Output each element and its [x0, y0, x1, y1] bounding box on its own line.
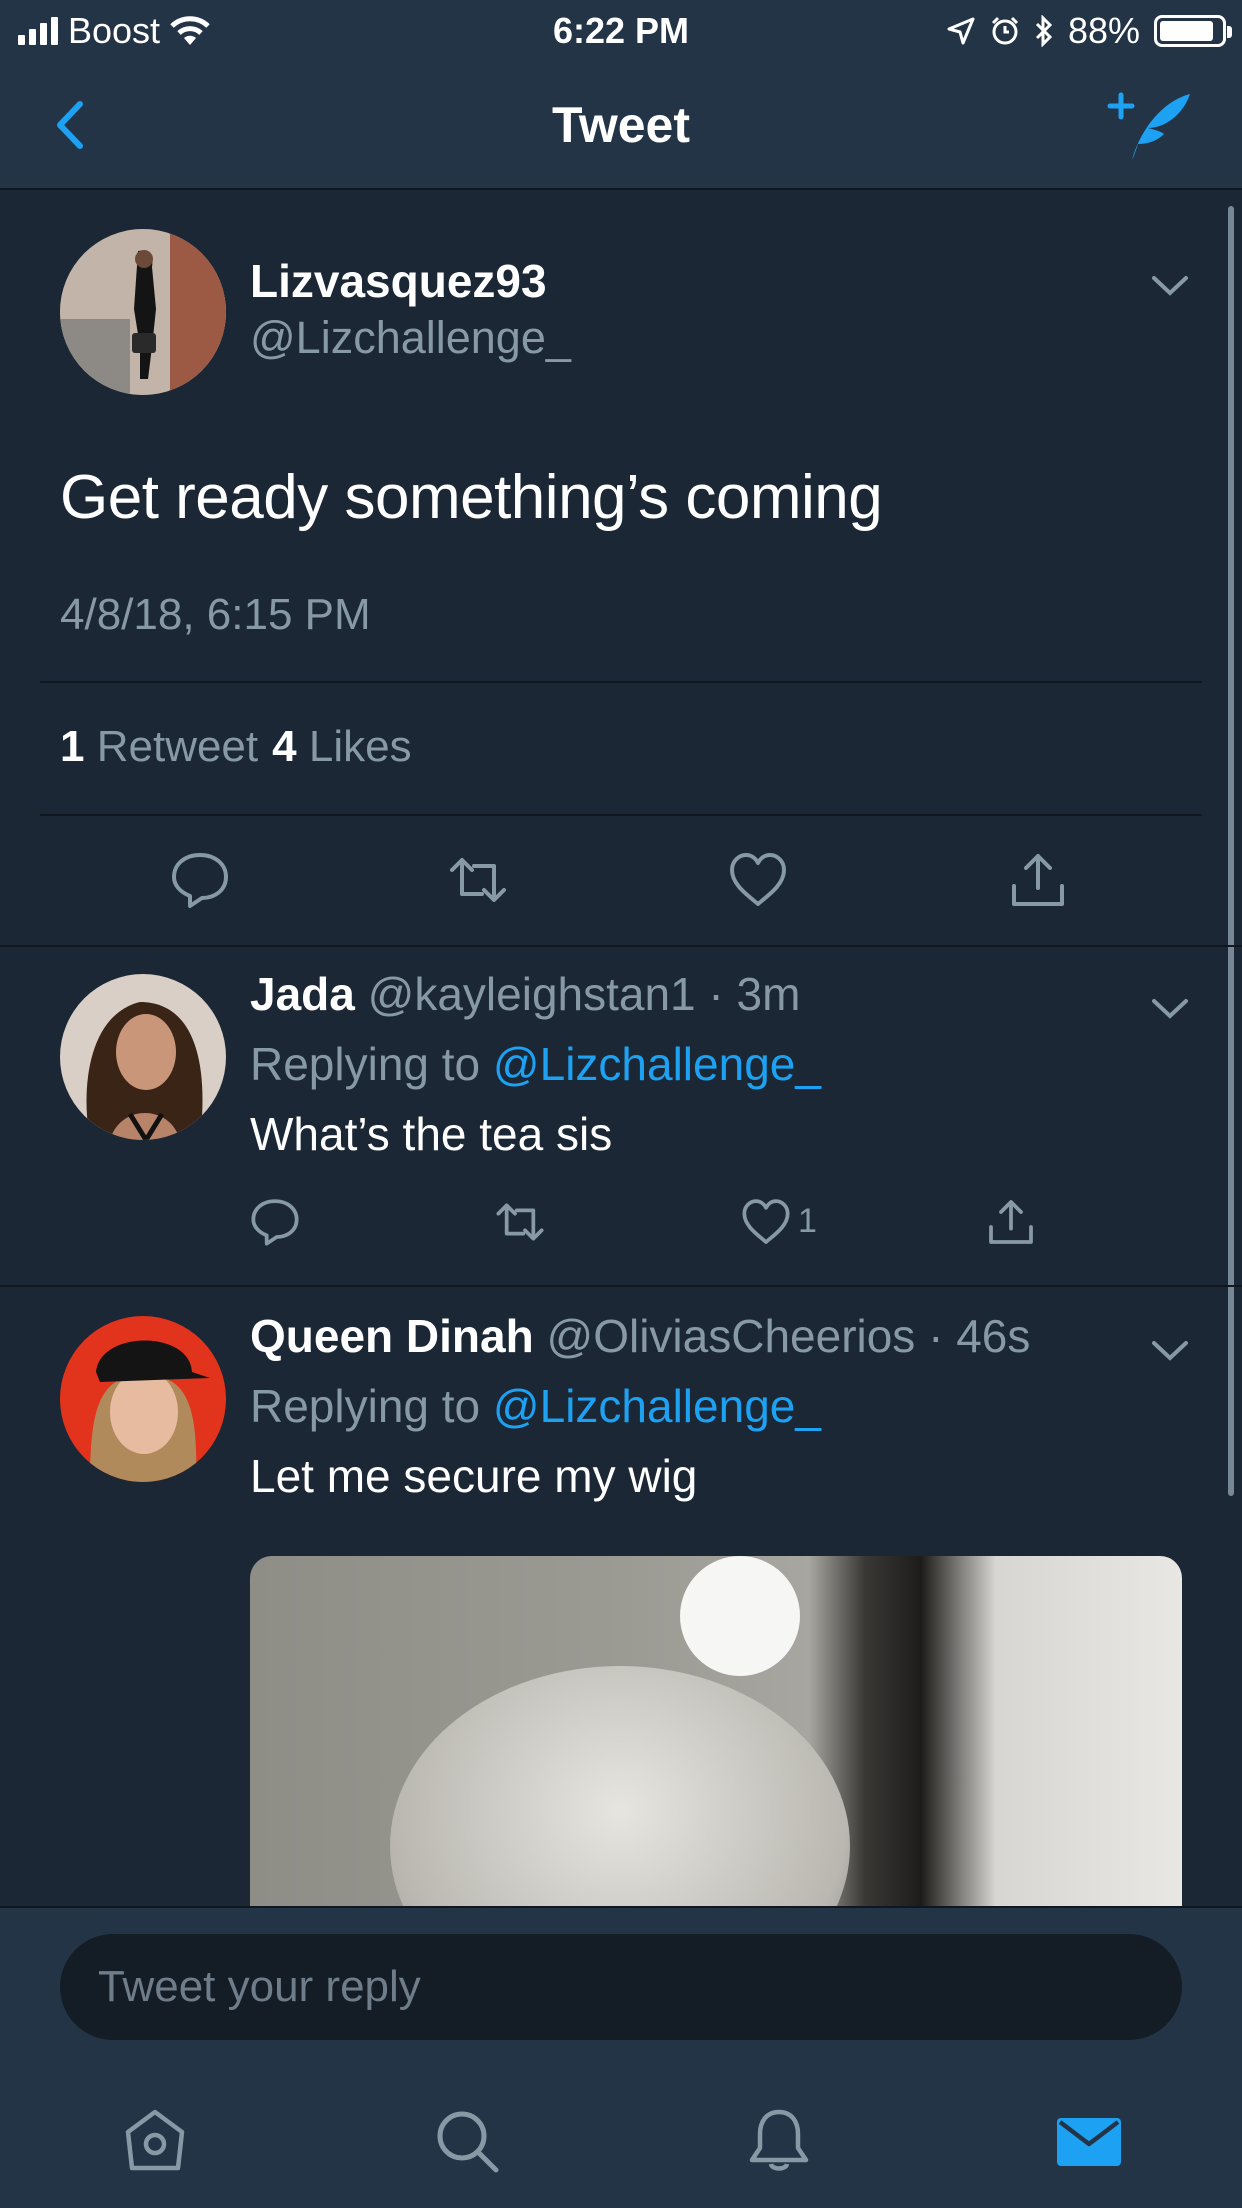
tweet-text: Get ready something’s coming	[60, 463, 883, 532]
author-handle[interactable]: @Lizchallenge_	[250, 312, 571, 364]
avatar-photo	[60, 1316, 226, 1482]
reply-header: Jada @kayleighstan1 · 3m	[250, 967, 800, 1021]
chevron-down-icon[interactable]	[1150, 997, 1190, 1021]
author-name[interactable]: Lizvasquez93	[250, 254, 547, 308]
media-light	[680, 1556, 800, 1676]
chevron-down-icon[interactable]	[1150, 274, 1190, 298]
like-label: Likes	[308, 722, 412, 771]
avatar-photo	[60, 229, 226, 395]
avatar-photo	[60, 974, 226, 1140]
bluetooth-icon	[1035, 15, 1053, 47]
chevron-down-icon[interactable]	[1150, 1339, 1190, 1363]
replying-to: Replying to @Lizchallenge_	[250, 1379, 821, 1433]
share-icon[interactable]	[1008, 850, 1068, 910]
divider	[40, 681, 1202, 683]
alarm-icon	[991, 16, 1018, 45]
battery-fill	[1160, 21, 1213, 41]
status-bar: Boost 6:22 PM 88%	[0, 0, 1242, 62]
reply-age: · 46s	[928, 1310, 1031, 1362]
retweet-icon[interactable]	[448, 850, 508, 910]
battery-percent: 88%	[1067, 10, 1140, 51]
replying-to-label: Replying to	[250, 1380, 481, 1432]
reply-like-count: 1	[798, 1202, 817, 1240]
divider	[40, 814, 1202, 816]
mention-link[interactable]: @Lizchallenge_	[493, 1380, 821, 1432]
like-count: 4	[272, 722, 297, 771]
reply-text: Let me secure my wig	[250, 1450, 698, 1502]
reply-composer-bar	[0, 1906, 1242, 2208]
messages-icon[interactable]	[1054, 2106, 1124, 2176]
author-handle[interactable]: @OliviasCheerios	[547, 1310, 916, 1362]
retweet-count: 1	[60, 722, 85, 771]
media-subject	[390, 1666, 850, 1906]
retweets-stat[interactable]: 1 Retweet	[60, 722, 258, 772]
tweet-timestamp: 4/8/18, 6:15 PM	[60, 590, 371, 639]
location-icon	[947, 17, 975, 45]
mention-link[interactable]: @Lizchallenge_	[493, 1038, 821, 1090]
replying-to: Replying to @Lizchallenge_	[250, 1037, 821, 1091]
reply-media-image[interactable]	[250, 1556, 1182, 1906]
reply-icon[interactable]	[250, 1197, 300, 1247]
like-icon[interactable]	[741, 1197, 791, 1247]
tweet-stats: 1 Retweet 4 Likes	[60, 722, 412, 772]
main-tweet: Lizvasquez93 @Lizchallenge_ Get ready so…	[0, 192, 1242, 947]
reply-tweet[interactable]: Jada @kayleighstan1 · 3m Replying to @Li…	[0, 947, 1242, 1287]
reply-header: Queen Dinah @OliviasCheerios · 46s	[250, 1309, 1030, 1363]
search-icon[interactable]	[432, 2106, 502, 2176]
reply-text: What’s the tea sis	[250, 1108, 613, 1160]
status-right: 88%	[946, 10, 1232, 52]
reply-icon[interactable]	[170, 850, 230, 910]
author-name[interactable]: Jada	[250, 968, 355, 1020]
like-icon[interactable]	[728, 850, 788, 910]
avatar[interactable]	[60, 229, 226, 395]
avatar[interactable]	[60, 974, 226, 1140]
notifications-icon[interactable]	[744, 2106, 814, 2176]
tweet-detail-scroll[interactable]: Lizvasquez93 @Lizchallenge_ Get ready so…	[0, 192, 1242, 1906]
avatar[interactable]	[60, 1316, 226, 1482]
share-icon[interactable]	[986, 1197, 1036, 1247]
author-name[interactable]: Queen Dinah	[250, 1310, 534, 1362]
home-icon[interactable]	[120, 2106, 190, 2176]
navigation-bar: Tweet	[0, 62, 1242, 190]
page-title: Tweet	[552, 97, 690, 153]
compose-tweet-icon[interactable]	[1106, 86, 1192, 162]
divider	[0, 1285, 1242, 1287]
retweet-icon[interactable]	[495, 1197, 545, 1247]
replying-to-label: Replying to	[250, 1038, 481, 1090]
reply-input[interactable]	[60, 1934, 1182, 2040]
likes-stat[interactable]: 4 Likes	[272, 722, 411, 772]
reply-age: · 3m	[708, 968, 801, 1020]
retweet-label: Retweet	[96, 722, 259, 771]
battery-icon	[1154, 15, 1232, 47]
author-handle[interactable]: @kayleighstan1	[368, 968, 696, 1020]
